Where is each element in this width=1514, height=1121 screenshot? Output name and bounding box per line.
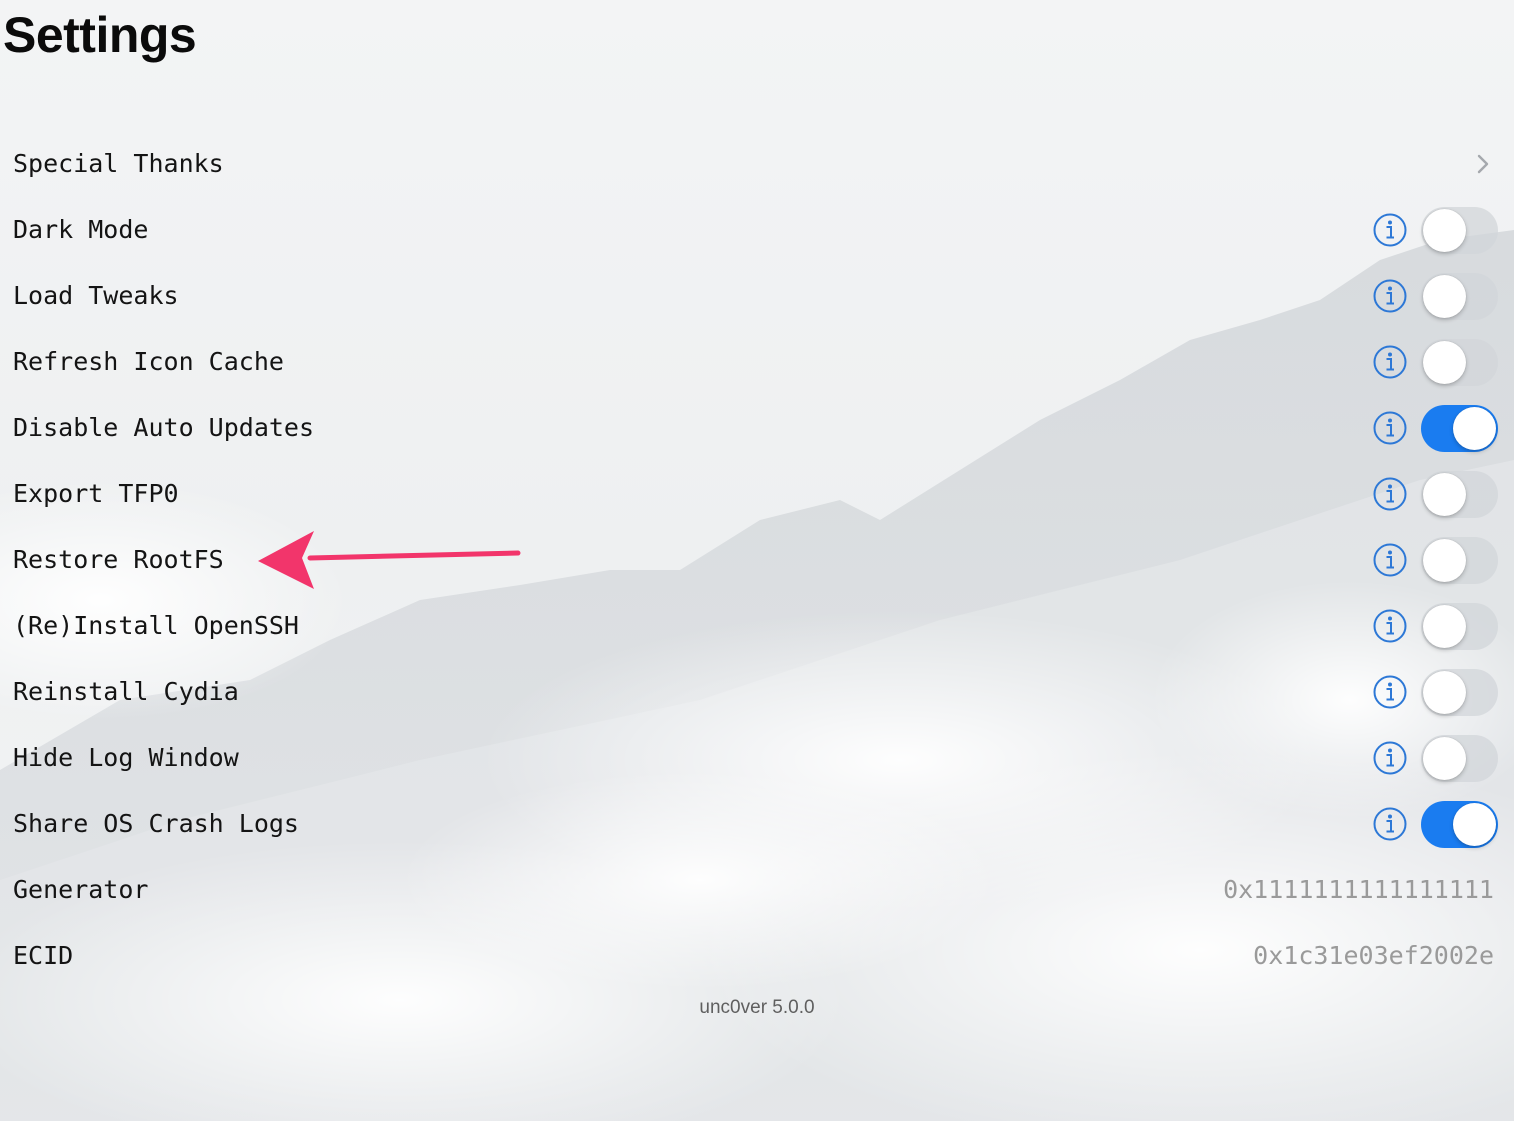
toggle-knob [1423, 473, 1466, 516]
toggle-knob [1423, 605, 1466, 648]
setting-label: Export TFP0 [13, 479, 179, 508]
setting-row-reinstall-openssh: (Re)Install OpenSSH [0, 593, 1514, 659]
generator-value[interactable]: 0x1111111111111111 [1223, 857, 1494, 923]
toggle-knob [1453, 803, 1496, 846]
setting-label: Restore RootFS [13, 545, 224, 574]
info-circle-icon[interactable] [1372, 806, 1408, 842]
ecid-row: ECID 0x1c31e03ef2002e [0, 923, 1514, 989]
info-circle-icon[interactable] [1372, 476, 1408, 512]
chevron-right-icon [1477, 154, 1489, 174]
setting-row-hide-log-window: Hide Log Window [0, 725, 1514, 791]
info-circle-icon[interactable] [1372, 212, 1408, 248]
info-circle-icon[interactable] [1372, 740, 1408, 776]
info-circle-icon[interactable] [1372, 344, 1408, 380]
toggle-knob [1423, 341, 1466, 384]
setting-label: Disable Auto Updates [13, 413, 315, 442]
setting-label: Hide Log Window [13, 743, 239, 772]
setting-label: Refresh Icon Cache [13, 347, 284, 376]
setting-row-export-tfp0: Export TFP0 [0, 461, 1514, 527]
setting-row-refresh-icon-cache: Refresh Icon Cache [0, 329, 1514, 395]
settings-list: Special Thanks Dark Mode Load Tweaks Ref… [0, 131, 1514, 989]
restore-rootfs-toggle[interactable] [1421, 537, 1498, 584]
reinstall-openssh-toggle[interactable] [1421, 603, 1498, 650]
toggle-knob [1423, 275, 1466, 318]
load-tweaks-toggle[interactable] [1421, 273, 1498, 320]
special-thanks-row[interactable]: Special Thanks [0, 131, 1514, 197]
toggle-knob [1423, 539, 1466, 582]
page-title: Settings [3, 7, 197, 63]
setting-label: (Re)Install OpenSSH [13, 611, 299, 640]
hide-log-window-toggle[interactable] [1421, 735, 1498, 782]
setting-row-load-tweaks: Load Tweaks [0, 263, 1514, 329]
toggle-knob [1423, 209, 1466, 252]
info-circle-icon[interactable] [1372, 278, 1408, 314]
ecid-value: 0x1c31e03ef2002e [1253, 941, 1494, 970]
setting-label: Dark Mode [13, 215, 149, 244]
setting-label: Reinstall Cydia [13, 677, 239, 706]
setting-label: Share OS Crash Logs [13, 809, 299, 838]
export-tfp0-toggle[interactable] [1421, 471, 1498, 518]
toggle-knob [1423, 671, 1466, 714]
special-thanks-label: Special Thanks [13, 149, 224, 178]
info-circle-icon[interactable] [1372, 410, 1408, 446]
share-os-crash-logs-toggle[interactable] [1421, 801, 1498, 848]
generator-row: Generator 0x1111111111111111 [0, 857, 1514, 923]
info-circle-icon[interactable] [1372, 674, 1408, 710]
version-label: unc0ver 5.0.0 [699, 997, 815, 1018]
dark-mode-toggle[interactable] [1421, 207, 1498, 254]
setting-row-share-os-crash-logs: Share OS Crash Logs [0, 791, 1514, 857]
disable-auto-updates-toggle[interactable] [1421, 405, 1498, 452]
refresh-icon-cache-toggle[interactable] [1421, 339, 1498, 386]
ecid-label: ECID [13, 941, 74, 970]
info-circle-icon[interactable] [1372, 608, 1408, 644]
reinstall-cydia-toggle[interactable] [1421, 669, 1498, 716]
toggle-knob [1423, 737, 1466, 780]
setting-row-disable-auto-updates: Disable Auto Updates [0, 395, 1514, 461]
setting-row-dark-mode: Dark Mode [0, 197, 1514, 263]
setting-row-reinstall-cydia: Reinstall Cydia [0, 659, 1514, 725]
setting-label: Load Tweaks [13, 281, 179, 310]
generator-label: Generator [13, 875, 149, 904]
setting-row-restore-rootfs: Restore RootFS [0, 527, 1514, 593]
toggle-knob [1453, 407, 1496, 450]
arrow-left-annotation [258, 531, 521, 589]
info-circle-icon[interactable] [1372, 542, 1408, 578]
